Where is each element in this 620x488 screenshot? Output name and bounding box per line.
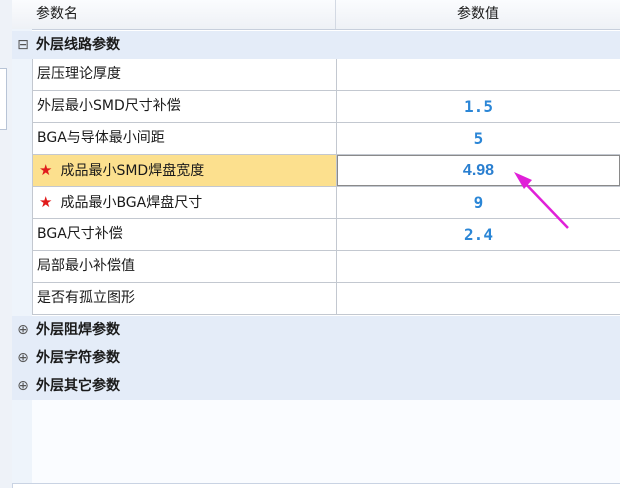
pointer-arrow-icon: [514, 172, 569, 229]
